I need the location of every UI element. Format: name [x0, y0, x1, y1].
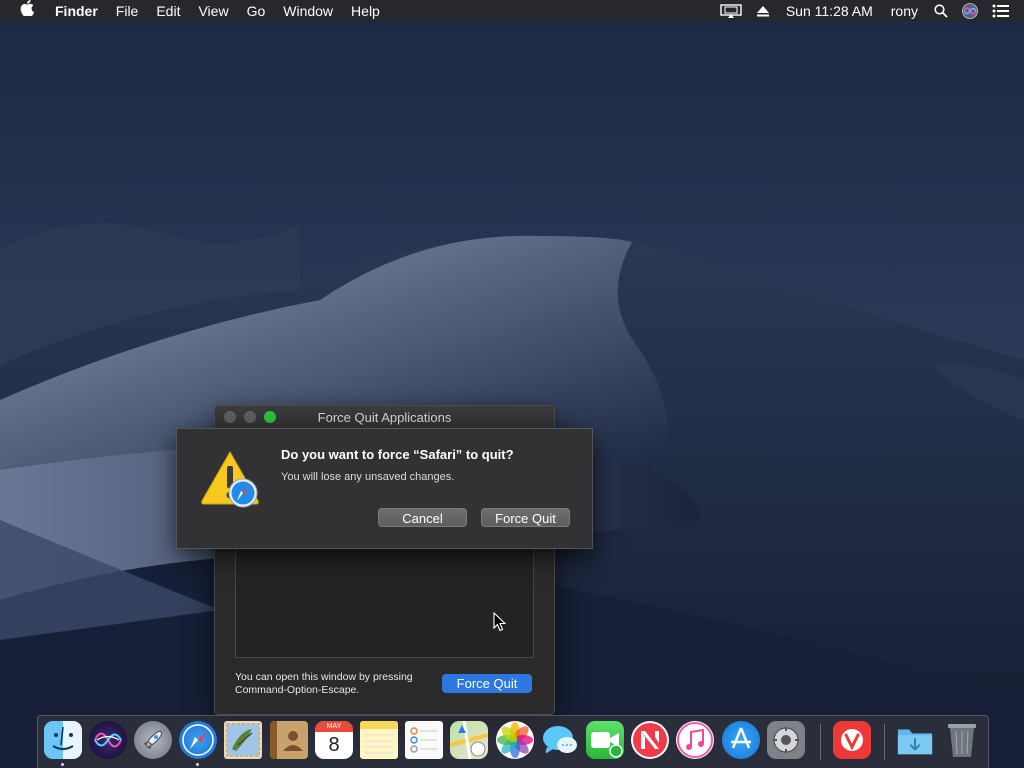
- reminders-list-icon: [410, 727, 437, 753]
- dock-trash[interactable]: [943, 721, 981, 759]
- contacts-book-icon: [283, 731, 303, 751]
- cancel-button[interactable]: Cancel: [378, 508, 467, 527]
- menu-user[interactable]: rony: [882, 0, 927, 22]
- dock-mail[interactable]: [224, 721, 262, 759]
- menu-app-name[interactable]: Finder: [46, 0, 107, 22]
- running-indicator: [61, 763, 64, 766]
- calendar-day: 8: [328, 734, 340, 756]
- dock-notes[interactable]: [360, 721, 398, 759]
- vivaldi-icon: [841, 729, 863, 751]
- dock-news[interactable]: [631, 721, 669, 759]
- dock-messages[interactable]: [541, 721, 579, 759]
- maps-icon: [450, 721, 488, 759]
- force-quit-button[interactable]: Force Quit: [442, 674, 532, 693]
- dock-separator: [884, 724, 885, 760]
- menu-view[interactable]: View: [189, 0, 237, 22]
- dock-siri[interactable]: [89, 721, 127, 759]
- menu-file[interactable]: File: [107, 0, 148, 22]
- dock-app-store[interactable]: [722, 721, 760, 759]
- notification-center-icon[interactable]: [985, 0, 1024, 22]
- alert-message: You will lose any unsaved changes.: [281, 471, 455, 483]
- dock-contacts[interactable]: [270, 721, 308, 759]
- news-icon: [633, 723, 667, 757]
- dock-reminders[interactable]: [405, 721, 443, 759]
- menu-bar: Finder File Edit View Go Window Help Sun…: [0, 0, 1024, 22]
- running-indicator: [196, 763, 199, 766]
- dock-maps[interactable]: [450, 721, 488, 759]
- dock-launchpad[interactable]: [134, 721, 172, 759]
- menu-window[interactable]: Window: [274, 0, 342, 22]
- apple-menu-icon[interactable]: [0, 0, 46, 22]
- downloads-folder-icon: [897, 729, 933, 755]
- confirm-force-quit-button[interactable]: Force Quit: [481, 508, 570, 527]
- rocket-icon: [144, 730, 163, 749]
- alert-title: Do you want to force “Safari” to quit?: [281, 447, 514, 462]
- safari-compass-icon: [182, 724, 214, 756]
- trash-icon: [948, 724, 976, 757]
- dock-itunes[interactable]: [676, 721, 714, 759]
- menu-clock[interactable]: Sun 11:28 AM: [777, 0, 882, 22]
- eject-icon[interactable]: [749, 0, 777, 22]
- airplay-display-icon[interactable]: [713, 0, 749, 22]
- dock-calendar[interactable]: MAY 8: [315, 721, 353, 759]
- mail-stamp-icon: [226, 723, 260, 757]
- zoom-window-button[interactable]: [264, 411, 276, 423]
- caution-safari-icon: [201, 450, 259, 508]
- force-quit-confirmation-dialog: Do you want to force “Safari” to quit? Y…: [176, 428, 593, 549]
- gear-icon: [773, 727, 799, 753]
- window-titlebar[interactable]: Force Quit Applications: [215, 406, 554, 429]
- dock-finder[interactable]: [44, 721, 82, 759]
- menu-go[interactable]: Go: [238, 0, 275, 22]
- close-window-button[interactable]: [224, 411, 236, 423]
- messages-bubble-icon: [543, 726, 577, 754]
- menu-help[interactable]: Help: [342, 0, 389, 22]
- app-store-icon: [731, 727, 751, 749]
- spotlight-search-icon[interactable]: [927, 0, 955, 22]
- dock-safari[interactable]: [179, 721, 217, 759]
- application-list[interactable]: [235, 546, 534, 658]
- menu-edit[interactable]: Edit: [147, 0, 189, 22]
- siri-icon[interactable]: [955, 0, 985, 22]
- music-note-icon: [677, 722, 713, 758]
- shortcut-hint: You can open this window by pressing Com…: [235, 671, 413, 696]
- dock-separator: [820, 724, 821, 760]
- dock-facetime[interactable]: [586, 721, 624, 759]
- dock: MAY 8: [37, 715, 989, 768]
- notes-icon: [360, 721, 398, 754]
- mouse-cursor-icon: [493, 612, 507, 632]
- dock-system-preferences[interactable]: [767, 721, 805, 759]
- calendar-month: MAY: [315, 721, 353, 732]
- minimize-window-button[interactable]: [244, 411, 256, 423]
- dock-downloads-folder[interactable]: [896, 721, 934, 759]
- photos-flower-icon: [497, 722, 533, 758]
- siri-app-icon: [94, 732, 122, 748]
- finder-icon: [52, 726, 74, 750]
- facetime-camera-icon: [591, 732, 623, 758]
- dock-vivaldi[interactable]: [833, 721, 871, 759]
- dock-photos[interactable]: [496, 721, 534, 759]
